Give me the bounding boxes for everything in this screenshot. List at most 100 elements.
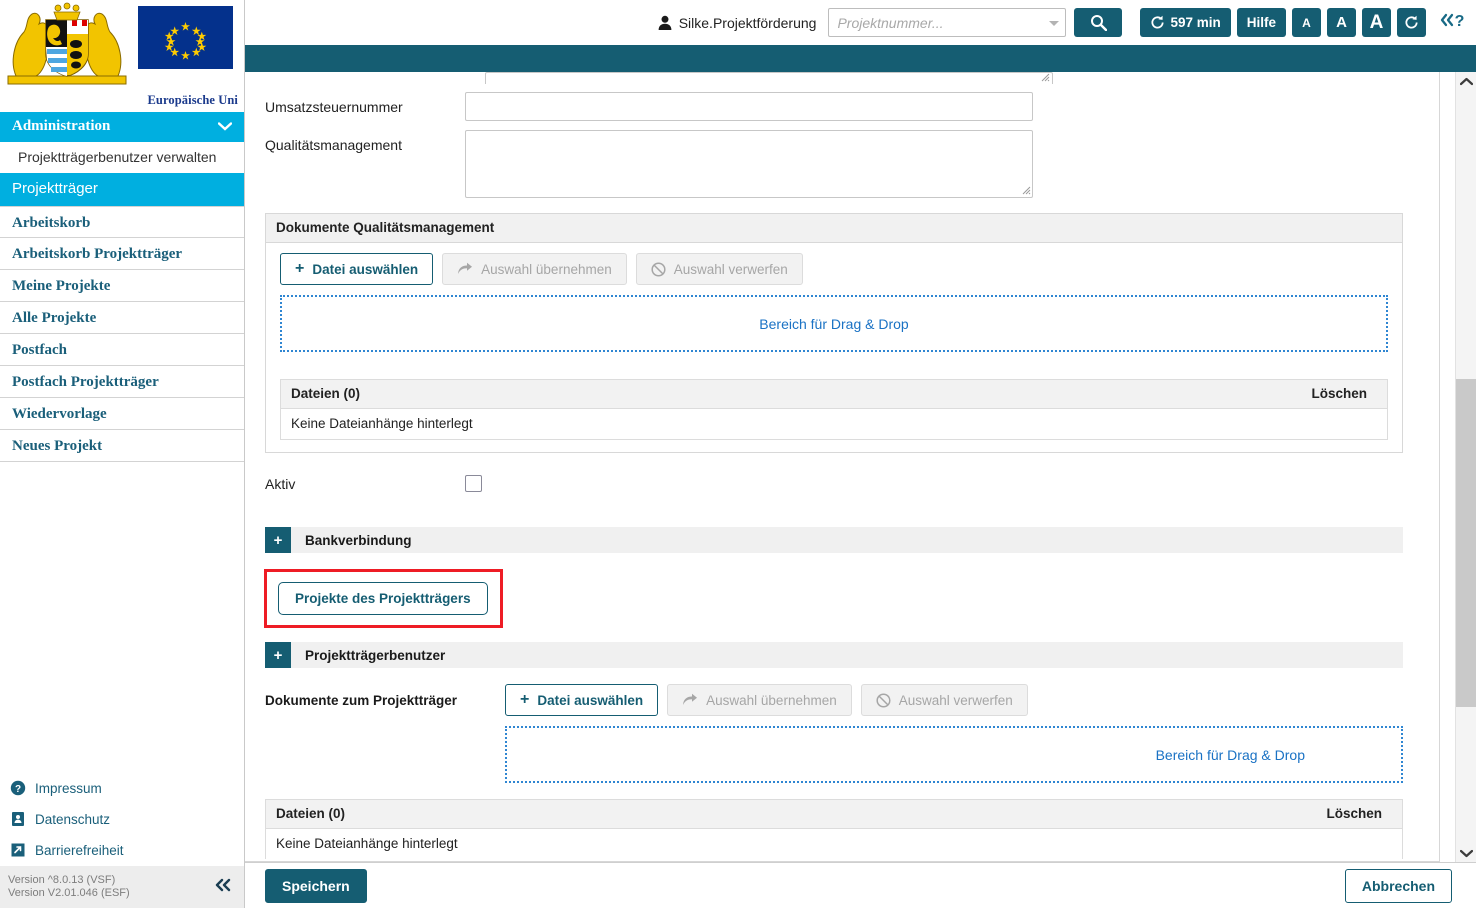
dokumente-qualitaetsmanagement-panel: Dokumente Qualitätsmanagement + Datei au… — [265, 213, 1403, 453]
prohibition-icon — [876, 692, 891, 708]
version-bar: Version ^8.0.13 (VSF) Version V2.01.046 … — [0, 866, 244, 908]
sidebar-item-label: Arbeitskorb — [12, 215, 91, 231]
expand-plus-icon: + — [265, 642, 291, 668]
sidebar-item-label: Meine Projekte — [12, 278, 111, 294]
sidebar-item-neues-projekt[interactable]: Neues Projekt — [0, 430, 244, 462]
help-button[interactable]: Hilfe — [1236, 8, 1286, 37]
font-size-medium-label: A — [1336, 14, 1347, 31]
delete-column-header: Löschen — [1311, 386, 1367, 401]
sidebar-item-meine-projekte[interactable]: Meine Projekte — [0, 270, 244, 302]
apply-selection-label: Auswahl übernehmen — [706, 692, 837, 708]
font-size-medium-button[interactable]: A — [1327, 8, 1356, 37]
select-file-button[interactable]: + Datei auswählen — [280, 253, 434, 285]
project-search-field[interactable] — [828, 8, 1067, 37]
field-row-qualitaetsmanagement: Qualitätsmanagement — [245, 130, 1439, 201]
sidebar-collapse-button[interactable] — [214, 878, 232, 897]
delete-column-header: Löschen — [1326, 806, 1382, 821]
files-table-header: Dateien (0) Löschen — [266, 800, 1402, 829]
sidebar-item-label: Projektträger — [12, 180, 98, 197]
cancel-label: Abbrechen — [1361, 877, 1435, 894]
version-line-2: Version V2.01.046 (ESF) — [8, 887, 130, 899]
sidebar-section-administration[interactable]: Administration — [0, 112, 244, 142]
footer-link-barrierefreiheit[interactable]: Barrierefreiheit — [0, 835, 244, 866]
search-input[interactable] — [828, 8, 1067, 37]
chevron-down-icon — [1459, 849, 1473, 857]
section-label: Bankverbindung — [305, 532, 412, 548]
eu-caption: Europäische Uni — [147, 93, 238, 107]
logo-area — [0, 0, 244, 92]
application-root: Europäische Uni Administration Projekttr… — [0, 0, 1476, 908]
chevron-up-icon — [1459, 77, 1473, 85]
select-file-button[interactable]: + Datei auswählen — [505, 684, 659, 716]
reload-button[interactable] — [1397, 8, 1426, 37]
sidebar-item-wiedervorlage[interactable]: Wiedervorlage — [0, 398, 244, 430]
forward-arrow-icon — [683, 693, 698, 705]
sidebar-item-label: Arbeitskorb Projektträger — [12, 246, 183, 262]
cancel-button[interactable]: Abbrechen — [1344, 868, 1452, 903]
upload-button-row: + Datei auswählen Auswahl übernehmen Aus… — [280, 253, 1388, 285]
help-toggle-button[interactable]: ? — [1438, 11, 1466, 34]
empty-text: Keine Dateianhänge hinterlegt — [291, 416, 473, 431]
sidebar-item-label: Postfach Projektträger — [12, 374, 159, 390]
font-size-large-button[interactable]: A — [1362, 8, 1391, 37]
button-label: Projekte des Projektträgers — [295, 591, 471, 606]
header-band — [245, 45, 1476, 72]
discard-selection-label: Auswahl verwerfen — [898, 692, 1013, 708]
font-size-large-label: A — [1369, 11, 1384, 33]
prohibition-icon — [651, 261, 666, 277]
drag-drop-zone[interactable]: Bereich für Drag & Drop — [505, 726, 1403, 783]
aktiv-checkbox[interactable] — [465, 475, 482, 492]
footer-link-impressum[interactable]: ? Impressum — [0, 773, 244, 804]
scroll-down-button[interactable] — [1456, 844, 1476, 862]
umsatzsteuernummer-input[interactable] — [465, 92, 1033, 121]
bavaria-coat-of-arms-icon — [6, 2, 128, 90]
sidebar-item-label: Projektträgerbenutzer verwalten — [18, 149, 217, 165]
sidebar-item-alle-projekte[interactable]: Alle Projekte — [0, 302, 244, 334]
font-size-small-button[interactable]: A — [1292, 8, 1321, 37]
session-timer-button[interactable]: 597 min — [1140, 8, 1231, 37]
collapse-help-icon: ? — [1440, 13, 1465, 30]
section-bankverbindung[interactable]: + Bankverbindung — [265, 527, 1403, 553]
files-column-header: Dateien (0) — [276, 806, 346, 821]
resize-handle-icon — [1041, 73, 1050, 82]
sidebar-footer-links: ? Impressum Datenschutz Barrierefreiheit — [0, 773, 244, 866]
form-footer: Speichern Abbrechen — [245, 862, 1476, 908]
footer-link-label: Barrierefreiheit — [35, 842, 124, 858]
sidebar: Europäische Uni Administration Projekttr… — [0, 0, 245, 908]
document-privacy-icon — [10, 811, 26, 827]
sidebar-item-label: Alle Projekte — [12, 310, 97, 326]
drag-drop-zone[interactable]: Bereich für Drag & Drop — [280, 295, 1388, 352]
sidebar-item-label: Neues Projekt — [12, 438, 103, 454]
sidebar-item-arbeitskorb-projekttraeger[interactable]: Arbeitskorb Projektträger — [0, 238, 244, 270]
plus-icon: + — [295, 260, 305, 277]
sidebar-item-projekttraegerbenutzer-verwalten[interactable]: Projektträgerbenutzer verwalten — [0, 142, 244, 173]
refresh-icon — [1405, 15, 1418, 29]
sidebar-item-projekttraeger[interactable]: Projektträger — [0, 173, 244, 206]
sidebar-item-postfach[interactable]: Postfach — [0, 334, 244, 366]
section-projekttraegerbenutzer[interactable]: + Projektträgerbenutzer — [265, 642, 1403, 668]
current-user: Silke.Projektförderung — [658, 15, 816, 31]
highlight-annotation-box: Projekte des Projektträgers — [264, 569, 503, 628]
files-table-empty-row: Keine Dateianhänge hinterlegt — [266, 829, 1402, 859]
plus-icon: + — [520, 691, 530, 708]
vertical-scrollbar[interactable] — [1455, 72, 1476, 862]
footer-link-label: Impressum — [35, 780, 102, 796]
projekte-des-projekttraegers-button[interactable]: Projekte des Projektträgers — [278, 582, 488, 615]
footer-link-datenschutz[interactable]: Datenschutz — [0, 804, 244, 835]
files-table: Dateien (0) Löschen Keine Dateianhänge h… — [265, 799, 1403, 859]
search-button[interactable] — [1074, 8, 1123, 37]
sidebar-item-arbeitskorb[interactable]: Arbeitskorb — [0, 206, 244, 238]
user-icon — [658, 15, 672, 31]
sidebar-item-postfach-projekttraeger[interactable]: Postfach Projektträger — [0, 366, 244, 398]
save-label: Speichern — [282, 877, 350, 894]
svg-text:?: ? — [15, 784, 21, 795]
qualitaetsmanagement-textarea[interactable] — [465, 130, 1033, 198]
discard-selection-button: Auswahl verwerfen — [860, 684, 1028, 716]
question-circle-icon: ? — [10, 780, 26, 796]
scrollbar-thumb[interactable] — [1456, 379, 1476, 707]
font-size-small-label: A — [1302, 15, 1311, 30]
scroll-up-button[interactable] — [1456, 72, 1476, 90]
previous-field-cutoff — [485, 72, 1053, 84]
select-file-label: Datei auswählen — [537, 692, 644, 708]
save-button[interactable]: Speichern — [265, 868, 367, 903]
